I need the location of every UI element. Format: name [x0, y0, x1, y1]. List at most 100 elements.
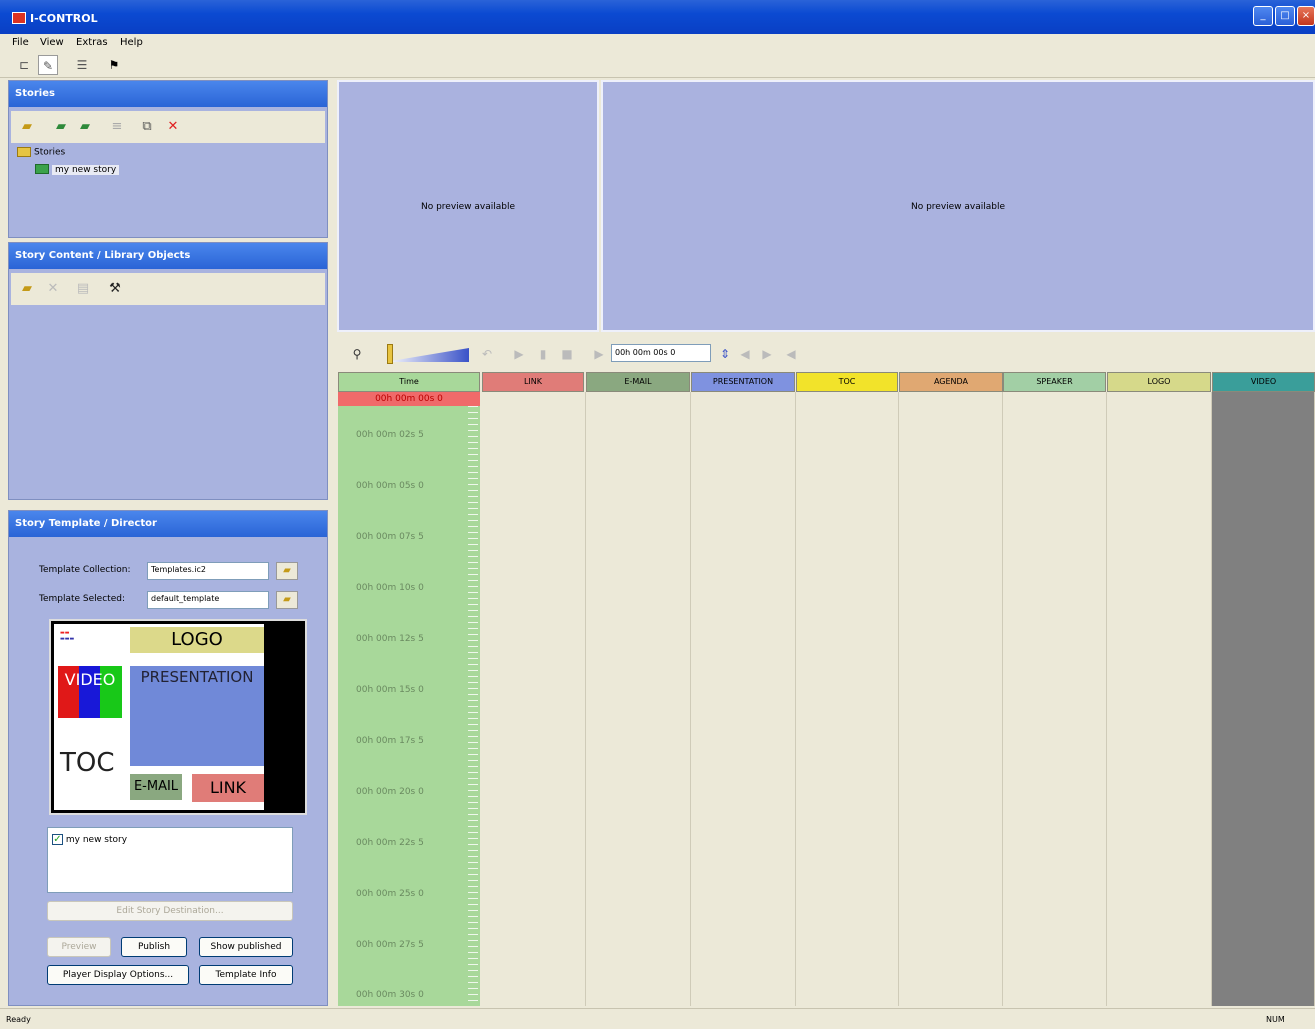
current-time-marker[interactable]: 00h 00m 00s 0 — [338, 392, 480, 406]
content-toolbar: ▰ ✕ ▤ ⚒ — [11, 273, 325, 305]
delete-icon[interactable]: ✕ — [163, 117, 183, 137]
menu-view[interactable]: View — [40, 37, 64, 48]
track-link[interactable] — [482, 392, 586, 1006]
minimize-button[interactable]: _ — [1253, 6, 1273, 26]
timeline-grid: Time LINK E-MAIL PRESENTATION TOC AGENDA… — [338, 372, 1315, 1006]
story-checkbox[interactable]: ✓ — [52, 834, 63, 845]
col-header-presentation[interactable]: PRESENTATION — [691, 372, 795, 392]
content-panel: Story Content / Library Objects ▰ ✕ ▤ ⚒ — [8, 242, 328, 500]
story-list: ✓ my new story — [47, 827, 293, 893]
status-text: Ready — [6, 1015, 31, 1024]
zoom-icon[interactable]: ⚲ — [347, 344, 367, 364]
col-header-video[interactable]: VIDEO — [1212, 372, 1315, 392]
hierarchy-icon[interactable]: ⊏ — [14, 55, 34, 75]
col-header-speaker[interactable]: SPEAKER — [1003, 372, 1106, 392]
close-button[interactable]: × — [1297, 6, 1315, 26]
template-presentation-region: PRESENTATION — [130, 666, 264, 766]
undo-icon[interactable]: ↶ — [477, 344, 497, 364]
stories-panel: Stories ▰ ▰ ▰ ≡ ⧉ ✕ Stories my new story — [8, 80, 328, 238]
time-mark: 00h 00m 25s 0 — [356, 889, 424, 899]
template-mini-logo: ▬▬ ▬▬▬ — [60, 630, 75, 642]
player-display-options-button[interactable]: Player Display Options... — [47, 965, 189, 985]
col-header-logo[interactable]: LOGO — [1107, 372, 1211, 392]
time-mark: 00h 00m 10s 0 — [356, 583, 424, 593]
play-icon[interactable]: ▶ — [509, 344, 529, 364]
col-header-toc[interactable]: TOC — [796, 372, 898, 392]
list-icon[interactable]: ☰ — [72, 55, 92, 75]
tree-root[interactable]: Stories — [17, 147, 65, 158]
col-header-agenda[interactable]: AGENDA — [899, 372, 1003, 392]
stories-toolbar: ▰ ▰ ▰ ≡ ⧉ ✕ — [11, 111, 325, 143]
time-mark: 00h 00m 15s 0 — [356, 685, 424, 695]
col-header-email[interactable]: E-MAIL — [586, 372, 690, 392]
open-folder-icon[interactable]: ▰ — [17, 117, 37, 137]
zoom-slider-thumb[interactable] — [387, 344, 393, 364]
edit-icon[interactable]: ▤ — [73, 279, 93, 299]
menu-help[interactable]: Help — [120, 37, 143, 48]
time-ruler — [468, 406, 478, 1006]
new-story-icon[interactable]: ▰ — [51, 117, 71, 137]
template-email-region: E-MAIL — [130, 774, 182, 800]
story-list-item[interactable]: ✓ my new story — [52, 834, 127, 845]
title-bar: I-CONTROL _ □ × — [0, 0, 1315, 34]
col-header-link[interactable]: LINK — [482, 372, 584, 392]
browse-template-icon[interactable]: ▰ — [276, 591, 298, 609]
time-spinner-icon[interactable]: ⇕ — [715, 344, 735, 364]
open-icon[interactable]: ▰ — [17, 279, 37, 299]
prev-marker-icon[interactable]: ◀ — [735, 344, 755, 364]
template-selected-label: Template Selected: — [39, 594, 125, 604]
preview-button[interactable]: Preview — [47, 937, 111, 957]
stop-icon[interactable]: ■ — [557, 344, 577, 364]
menu-extras[interactable]: Extras — [76, 37, 108, 48]
edit-story-destination-button[interactable]: Edit Story Destination... — [47, 901, 293, 921]
tools-icon[interactable]: ⚒ — [105, 279, 125, 299]
step-forward-icon[interactable]: ▶ — [589, 344, 609, 364]
copy-story-icon[interactable]: ▰ — [75, 117, 95, 137]
track-email[interactable] — [586, 392, 691, 1006]
preview-right: No preview available — [601, 80, 1315, 332]
time-mark: 00h 00m 22s 5 — [356, 838, 424, 848]
flag-icon[interactable]: ⚑ — [104, 55, 124, 75]
template-collection-label: Template Collection: — [39, 565, 131, 575]
template-canvas: ▬▬ ▬▬▬ LOGO VIDEO PRESENTATION TOC E-MAIL… — [54, 624, 264, 810]
time-mark: 00h 00m 07s 5 — [356, 532, 424, 542]
remove-icon[interactable]: ✕ — [43, 279, 63, 299]
pause-icon[interactable]: ▮ — [533, 344, 553, 364]
show-published-button[interactable]: Show published — [199, 937, 293, 957]
rewind-icon[interactable]: ◀ — [781, 344, 801, 364]
next-marker-icon[interactable]: ▶ — [757, 344, 777, 364]
track-speaker[interactable] — [1003, 392, 1107, 1006]
time-mark: 00h 00m 05s 0 — [356, 481, 424, 491]
track-video[interactable] — [1212, 392, 1315, 1006]
track-toc[interactable] — [796, 392, 899, 1006]
folder-icon — [17, 147, 31, 157]
maximize-button[interactable]: □ — [1275, 6, 1295, 26]
preview-left-text: No preview available — [420, 202, 516, 212]
template-video-region: VIDEO — [58, 666, 122, 718]
properties-icon[interactable]: ≡ — [107, 117, 127, 137]
browse-collection-icon[interactable]: ▰ — [276, 562, 298, 580]
tree-item-story[interactable]: my new story — [35, 164, 120, 175]
time-mark: 00h 00m 12s 5 — [356, 634, 424, 644]
zoom-slider[interactable] — [385, 348, 469, 362]
col-header-time[interactable]: Time — [338, 372, 480, 392]
director-panel-title: Story Template / Director — [9, 511, 327, 537]
duplicate-icon[interactable]: ⧉ — [137, 117, 157, 137]
time-input[interactable]: 00h 00m 00s 0 — [611, 344, 711, 362]
template-selected-field[interactable]: default_template — [147, 591, 269, 609]
time-mark: 00h 00m 27s 5 — [356, 940, 424, 950]
time-column[interactable]: 00h 00m 00s 0 00h 00m 02s 5 00h 00m 05s … — [338, 392, 480, 1006]
window-title: I-CONTROL — [30, 12, 98, 25]
track-presentation[interactable] — [691, 392, 796, 1006]
template-collection-field[interactable]: Templates.ic2 — [147, 562, 269, 580]
menu-file[interactable]: File — [12, 37, 29, 48]
template-preview: ▬▬ ▬▬▬ LOGO VIDEO PRESENTATION TOC E-MAIL… — [49, 619, 307, 815]
template-info-button[interactable]: Template Info — [199, 965, 293, 985]
publish-button[interactable]: Publish — [121, 937, 187, 957]
main-toolbar: ⊏ ✎ ☰ ⚑ — [0, 52, 1315, 78]
director-panel: Story Template / Director Template Colle… — [8, 510, 328, 1006]
track-logo[interactable] — [1107, 392, 1212, 1006]
track-agenda[interactable] — [899, 392, 1003, 1006]
edit-mode-icon[interactable]: ✎ — [38, 55, 58, 75]
story-icon — [35, 164, 49, 174]
